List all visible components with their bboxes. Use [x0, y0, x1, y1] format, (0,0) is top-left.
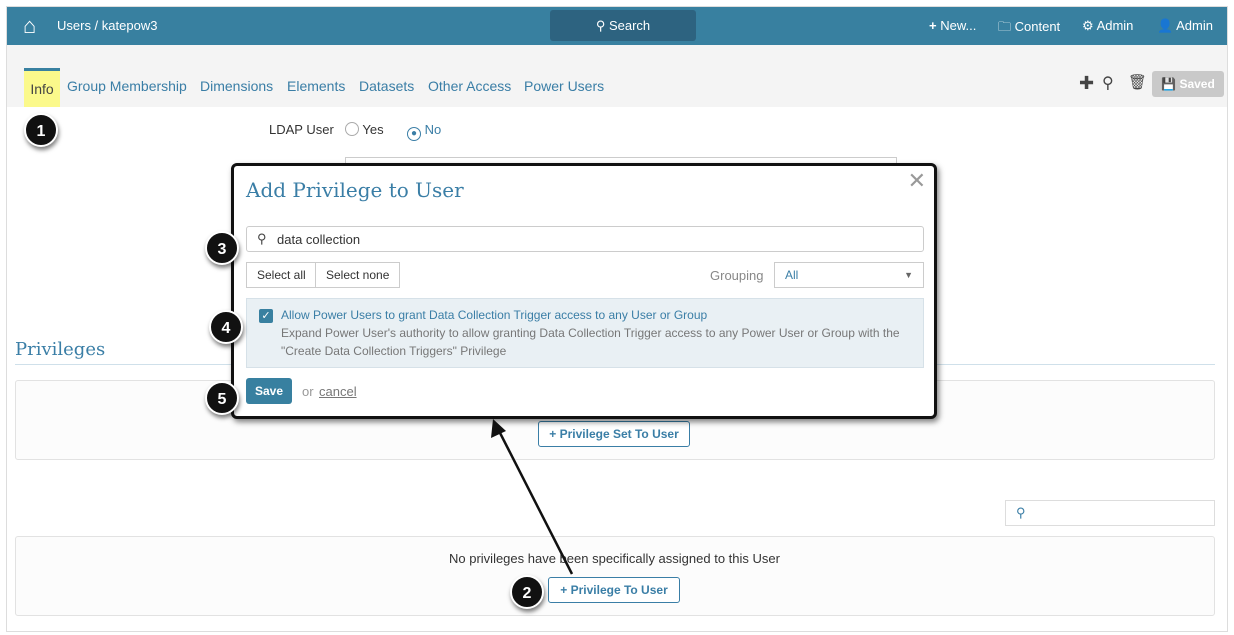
- arrow-annotation: [491, 419, 574, 575]
- app-window: ⌂ Users / katepow3 ⚲ Search + New... 🗀 C…: [6, 6, 1228, 632]
- step-badge-4: 4: [209, 310, 243, 344]
- step-badge-5: 5: [205, 381, 239, 415]
- step-badge-2: 2: [510, 575, 544, 609]
- step-badge-1: 1: [24, 113, 58, 147]
- step-badge-3: 3: [205, 231, 239, 265]
